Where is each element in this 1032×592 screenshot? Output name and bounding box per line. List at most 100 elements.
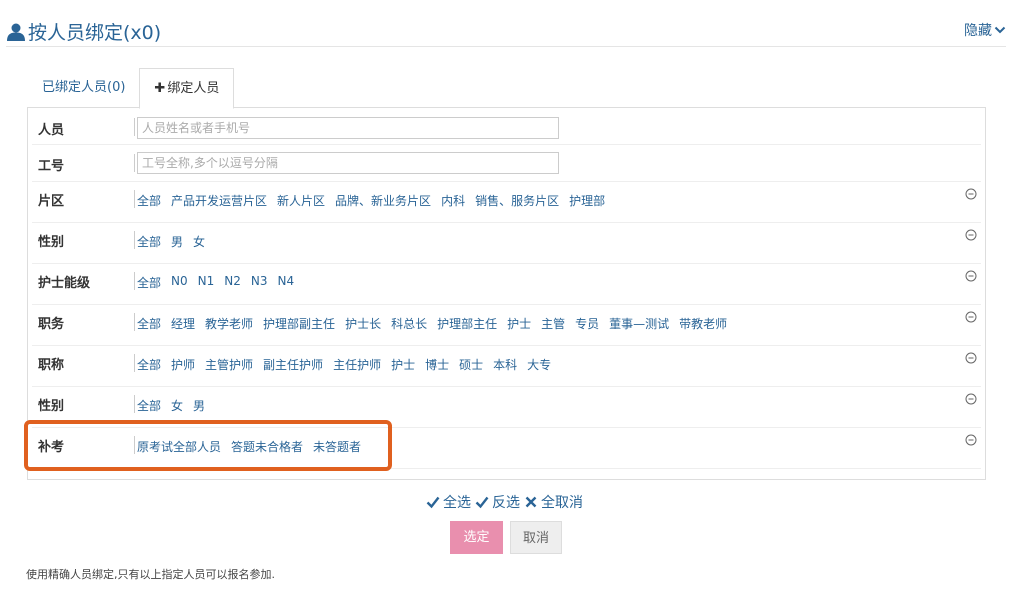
filter-row-retake: 补考 原考试全部人员 答题未合格者 未答题者 bbox=[32, 428, 981, 469]
filter-label: 护士能级 bbox=[38, 276, 91, 291]
tab-bind-users-label: 绑定人员 bbox=[167, 81, 220, 96]
filter-option[interactable]: 全部 bbox=[137, 192, 161, 209]
tab-bar: 已绑定人员(0) ✚ 绑定人员 bbox=[28, 68, 235, 109]
filter-option[interactable]: 主任护师 bbox=[333, 356, 381, 373]
select-all-link[interactable]: 全选 bbox=[426, 492, 471, 512]
filter-option[interactable]: 未答题者 bbox=[313, 438, 361, 455]
filter-option[interactable]: 男 bbox=[193, 397, 205, 414]
filter-row-gender: 性别 全部 男 女 bbox=[32, 223, 981, 264]
filter-option[interactable]: 答题未合格者 bbox=[231, 438, 303, 455]
filter-option[interactable]: N2 bbox=[224, 274, 241, 291]
filter-option[interactable]: N4 bbox=[278, 274, 295, 291]
hide-toggle[interactable]: 隐藏 bbox=[964, 20, 1006, 40]
filter-option[interactable]: 护理部主任 bbox=[437, 315, 497, 332]
filter-option[interactable]: N1 bbox=[198, 274, 215, 291]
filter-option[interactable]: 主管护师 bbox=[205, 356, 253, 373]
divider bbox=[134, 231, 135, 249]
filter-label: 性别 bbox=[38, 235, 65, 250]
tab-bound-users[interactable]: 已绑定人员(0) bbox=[28, 68, 139, 108]
filter-option[interactable]: 教学老师 bbox=[205, 315, 253, 332]
collapse-icon[interactable] bbox=[965, 188, 977, 200]
filter-option[interactable]: 专员 bbox=[575, 315, 599, 332]
employee-no-input[interactable] bbox=[137, 152, 559, 174]
filter-option[interactable]: 副主任护师 bbox=[263, 356, 323, 373]
filter-option[interactable]: 带教老师 bbox=[679, 315, 727, 332]
filter-option[interactable]: 护理部副主任 bbox=[263, 315, 335, 332]
filter-option[interactable]: 产品开发运营片区 bbox=[171, 192, 267, 209]
filter-option[interactable]: 经理 bbox=[171, 315, 195, 332]
divider bbox=[134, 154, 135, 172]
invert-selection-link[interactable]: 反选 bbox=[475, 492, 520, 512]
collapse-icon[interactable] bbox=[965, 352, 977, 364]
filter-row-nurse-level: 护士能级 全部 N0 N1 N2 N3 N4 bbox=[32, 264, 981, 305]
filter-option[interactable]: 全部 bbox=[137, 356, 161, 373]
divider bbox=[134, 118, 135, 136]
divider bbox=[134, 395, 135, 413]
selection-actions: 全选 反选 全取消 bbox=[426, 492, 587, 512]
page-title: 按人员绑定(x0) bbox=[6, 18, 161, 45]
filter-option[interactable]: 销售、服务片区 bbox=[475, 192, 559, 209]
filter-row-title: 职称 全部 护师 主管护师 副主任护师 主任护师 护士 博士 硕士 本科 大专 bbox=[32, 346, 981, 387]
gender2-options: 全部 女 男 bbox=[137, 397, 215, 414]
filter-row-person: 人员 bbox=[32, 108, 981, 145]
filter-label: 工号 bbox=[38, 159, 65, 174]
filter-option[interactable]: 硕士 bbox=[459, 356, 483, 373]
cancel-button[interactable]: 取消 bbox=[510, 521, 562, 554]
filter-row-area: 片区 全部 产品开发运营片区 新人片区 品牌、新业务片区 内科 销售、服务片区 … bbox=[32, 182, 981, 223]
filter-option[interactable]: 品牌、新业务片区 bbox=[335, 192, 431, 209]
person-search-input[interactable] bbox=[137, 117, 559, 139]
deselect-all-label: 全取消 bbox=[541, 495, 583, 511]
collapse-icon[interactable] bbox=[965, 434, 977, 446]
filter-row-position: 职务 全部 经理 教学老师 护理部副主任 护士长 科总长 护理部主任 护士 主管… bbox=[32, 305, 981, 346]
filter-option[interactable]: 护师 bbox=[171, 356, 195, 373]
filter-label: 人员 bbox=[38, 123, 65, 138]
filter-option[interactable]: 原考试全部人员 bbox=[137, 438, 221, 455]
filter-option[interactable]: 全部 bbox=[137, 233, 161, 250]
filter-label: 性别 bbox=[38, 399, 65, 414]
title-options: 全部 护师 主管护师 副主任护师 主任护师 护士 博士 硕士 本科 大专 bbox=[137, 356, 561, 373]
collapse-icon[interactable] bbox=[965, 311, 977, 323]
filter-option[interactable]: 科总长 bbox=[391, 315, 427, 332]
filter-option[interactable]: 男 bbox=[171, 233, 183, 250]
deselect-all-link[interactable]: 全取消 bbox=[524, 492, 583, 512]
position-options: 全部 经理 教学老师 护理部副主任 护士长 科总长 护理部主任 护士 主管 专员… bbox=[137, 315, 737, 332]
filter-option[interactable]: 大专 bbox=[527, 356, 551, 373]
filter-option[interactable]: 护士长 bbox=[345, 315, 381, 332]
filter-option[interactable]: 新人片区 bbox=[277, 192, 325, 209]
divider bbox=[134, 354, 135, 372]
filter-option[interactable]: 全部 bbox=[137, 274, 161, 291]
area-options: 全部 产品开发运营片区 新人片区 品牌、新业务片区 内科 销售、服务片区 护理部 bbox=[137, 192, 615, 209]
filter-option[interactable]: 女 bbox=[171, 397, 183, 414]
confirm-button[interactable]: 选定 bbox=[450, 521, 503, 554]
collapse-icon[interactable] bbox=[965, 393, 977, 405]
invert-label: 反选 bbox=[492, 495, 520, 511]
filter-option[interactable]: 护理部 bbox=[569, 192, 605, 209]
section-header: 按人员绑定(x0) 隐藏 bbox=[6, 12, 1006, 47]
check-icon bbox=[426, 496, 440, 509]
plus-icon: ✚ bbox=[154, 81, 166, 96]
divider bbox=[134, 313, 135, 331]
filter-option[interactable]: 女 bbox=[193, 233, 205, 250]
divider bbox=[134, 190, 135, 208]
close-icon bbox=[525, 496, 537, 508]
filter-option[interactable]: N3 bbox=[251, 274, 268, 291]
filter-option[interactable]: 全部 bbox=[137, 397, 161, 414]
filter-option[interactable]: 全部 bbox=[137, 315, 161, 332]
tab-bind-users[interactable]: ✚ 绑定人员 bbox=[139, 68, 235, 109]
select-all-label: 全选 bbox=[443, 495, 471, 511]
collapse-icon[interactable] bbox=[965, 229, 977, 241]
filter-option[interactable]: 本科 bbox=[493, 356, 517, 373]
filter-row-employee-no: 工号 bbox=[32, 145, 981, 182]
filter-option[interactable]: 主管 bbox=[541, 315, 565, 332]
filter-option[interactable]: 博士 bbox=[425, 356, 449, 373]
filter-label: 职称 bbox=[38, 358, 65, 373]
user-icon bbox=[7, 23, 25, 41]
retake-options: 原考试全部人员 答题未合格者 未答题者 bbox=[137, 438, 371, 455]
filter-option[interactable]: 护士 bbox=[507, 315, 531, 332]
filter-option[interactable]: N0 bbox=[171, 274, 188, 291]
filter-option[interactable]: 护士 bbox=[391, 356, 415, 373]
divider bbox=[134, 272, 135, 290]
collapse-icon[interactable] bbox=[965, 270, 977, 282]
filter-option[interactable]: 内科 bbox=[441, 192, 465, 209]
filter-option[interactable]: 董事—测试 bbox=[609, 315, 669, 332]
